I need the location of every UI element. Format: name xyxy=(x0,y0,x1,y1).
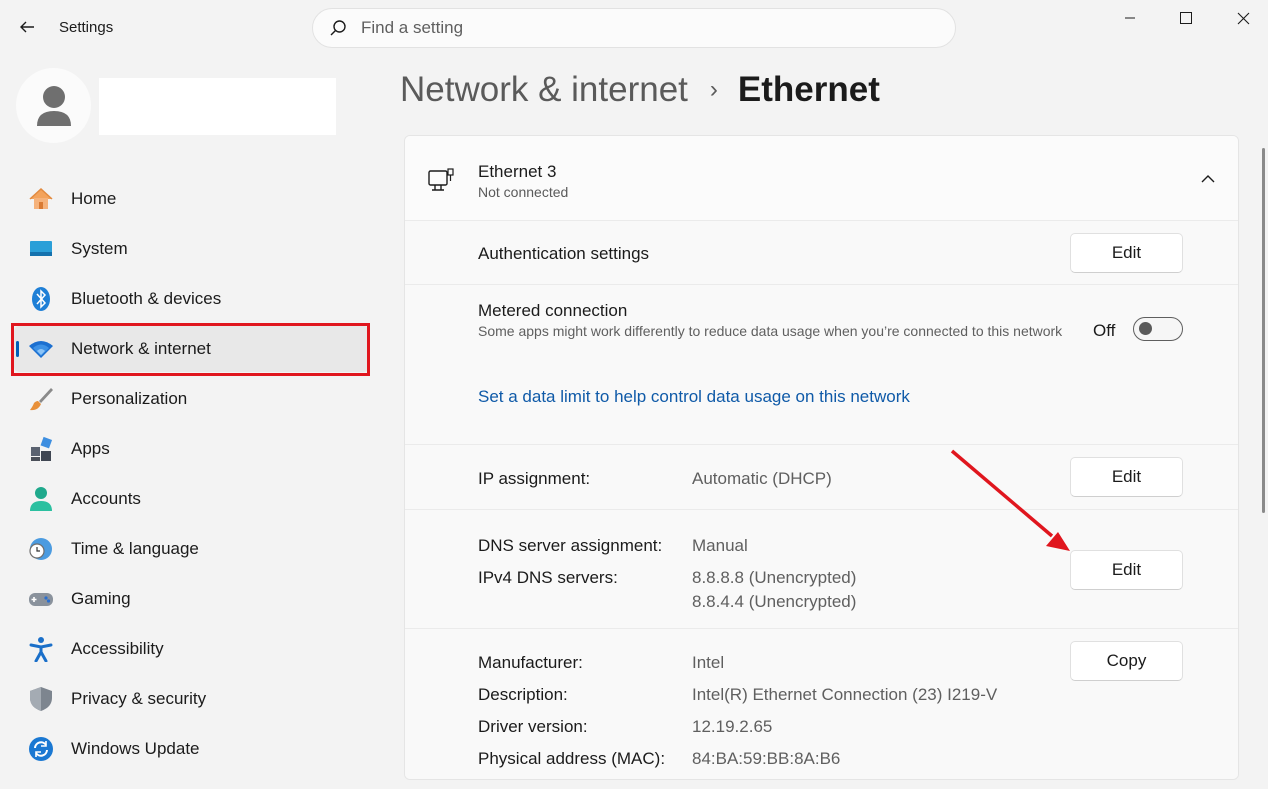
ethernet-panel: Ethernet 3 Not connected Authentication … xyxy=(404,135,1239,780)
update-icon xyxy=(28,736,54,762)
ethernet-name: Ethernet 3 xyxy=(478,162,557,181)
sidebar-item-label: Time & language xyxy=(71,539,199,558)
title-bar: Settings xyxy=(0,0,1268,56)
authentication-label: Authentication settings xyxy=(478,244,650,263)
gamepad-icon xyxy=(28,586,54,612)
metered-connection-description: Some apps might work differently to redu… xyxy=(478,323,1063,339)
sidebar-item-gaming[interactable]: Gaming xyxy=(14,576,369,622)
metered-connection-label: Metered connection xyxy=(478,301,628,320)
system-icon xyxy=(28,236,54,262)
ip-edit-button[interactable]: Edit xyxy=(1070,457,1183,497)
back-arrow-icon xyxy=(20,21,34,33)
manufacturer-value: Intel xyxy=(692,653,725,672)
sidebar-item-label: Home xyxy=(71,189,117,208)
sidebar-item-accounts[interactable]: Accounts xyxy=(14,476,369,522)
chevron-up-icon[interactable] xyxy=(1199,170,1217,188)
sidebar-nav: Home System Bluetooth & devices Network … xyxy=(14,176,369,776)
shield-icon xyxy=(28,686,54,712)
ipv4-dns-label: IPv4 DNS servers: xyxy=(478,568,618,587)
back-button[interactable] xyxy=(14,14,40,40)
bluetooth-icon xyxy=(28,286,54,312)
app-title: Settings xyxy=(59,19,114,36)
sidebar-item-system[interactable]: System xyxy=(14,226,369,272)
avatar[interactable] xyxy=(16,68,91,143)
sidebar-item-accessibility[interactable]: Accessibility xyxy=(14,626,369,672)
accessibility-icon xyxy=(28,636,54,662)
page-title: Ethernet xyxy=(737,70,880,109)
authentication-row: Authentication settings Edit xyxy=(405,221,1238,285)
description-value: Intel(R) Ethernet Connection (23) I219-V xyxy=(692,685,998,704)
search-icon xyxy=(330,20,346,36)
metered-toggle-state: Off xyxy=(1093,321,1116,340)
adapter-properties-row: Manufacturer: Intel Description: Intel(R… xyxy=(405,629,1238,779)
search-box[interactable] xyxy=(312,8,956,48)
close-button[interactable] xyxy=(1220,4,1266,32)
brush-icon xyxy=(28,386,54,412)
accounts-icon xyxy=(28,486,54,512)
breadcrumb-parent[interactable]: Network & internet xyxy=(400,70,688,110)
breadcrumb-separator: › xyxy=(709,76,718,103)
authentication-edit-button[interactable]: Edit xyxy=(1070,233,1183,273)
sidebar-item-label: Network & internet xyxy=(71,339,211,358)
maximize-icon xyxy=(1180,12,1192,24)
close-icon xyxy=(1237,12,1249,24)
ethernet-status: Not connected xyxy=(478,184,569,200)
search-input[interactable] xyxy=(361,18,921,38)
apps-icon xyxy=(28,436,54,462)
sidebar-item-windows-update[interactable]: Windows Update xyxy=(14,726,369,772)
ipv4-dns-server-2: 8.8.4.4 (Unencrypted) xyxy=(692,592,857,611)
maximize-button[interactable] xyxy=(1163,4,1209,32)
minimize-button[interactable] xyxy=(1107,4,1153,32)
wifi-icon xyxy=(28,336,54,362)
ip-assignment-row: IP assignment: Automatic (DHCP) Edit xyxy=(405,445,1238,510)
description-label: Description: xyxy=(478,685,568,704)
sidebar-item-home[interactable]: Home xyxy=(14,176,369,222)
mac-address-value: 84:BA:59:BB:8A:B6 xyxy=(692,749,841,768)
ipv4-dns-server-1: 8.8.8.8 (Unencrypted) xyxy=(692,568,857,587)
sidebar-item-bluetooth[interactable]: Bluetooth & devices xyxy=(14,276,369,322)
user-icon xyxy=(36,85,71,126)
sidebar-item-label: Bluetooth & devices xyxy=(71,289,222,308)
dns-assignment-value: Manual xyxy=(692,536,748,555)
data-limit-link[interactable]: Set a data limit to help control data us… xyxy=(478,387,910,407)
ip-assignment-label: IP assignment: xyxy=(478,469,591,488)
minimize-icon xyxy=(1125,17,1135,19)
sidebar-item-apps[interactable]: Apps xyxy=(14,426,369,472)
manufacturer-label: Manufacturer: xyxy=(478,653,583,672)
metered-connection-row: Metered connection Some apps might work … xyxy=(405,285,1238,445)
breadcrumb: Network & internet › Ethernet xyxy=(400,70,880,110)
driver-version-value: 12.19.2.65 xyxy=(692,717,773,736)
user-name-box xyxy=(99,78,336,135)
scrollbar[interactable] xyxy=(1262,148,1265,513)
dns-edit-button[interactable]: Edit xyxy=(1070,550,1183,590)
sidebar-item-label: System xyxy=(71,239,128,258)
toggle-knob xyxy=(1139,322,1152,335)
sidebar-item-label: Gaming xyxy=(71,589,131,608)
mac-address-label: Physical address (MAC): xyxy=(478,749,666,768)
driver-version-label: Driver version: xyxy=(478,717,588,736)
sidebar-item-label: Apps xyxy=(71,439,110,458)
sidebar-item-label: Personalization xyxy=(71,389,188,408)
ethernet-header[interactable]: Ethernet 3 Not connected xyxy=(405,136,1238,221)
ip-assignment-value: Automatic (DHCP) xyxy=(692,469,832,488)
sidebar-item-network[interactable]: Network & internet xyxy=(14,326,369,372)
sidebar-item-label: Accessibility xyxy=(71,639,164,658)
sidebar-item-label: Windows Update xyxy=(71,739,200,758)
sidebar-item-personalization[interactable]: Personalization xyxy=(14,376,369,422)
sidebar-item-label: Accounts xyxy=(71,489,141,508)
dns-row: DNS server assignment: Manual IPv4 DNS s… xyxy=(405,510,1238,629)
sidebar-item-time-language[interactable]: Time & language xyxy=(14,526,369,572)
clock-globe-icon xyxy=(28,536,54,562)
dns-assignment-label: DNS server assignment: xyxy=(478,536,663,555)
home-icon xyxy=(28,186,54,212)
sidebar-item-privacy[interactable]: Privacy & security xyxy=(14,676,369,722)
copy-button[interactable]: Copy xyxy=(1070,641,1183,681)
sidebar-item-label: Privacy & security xyxy=(71,689,207,708)
ethernet-icon xyxy=(428,168,454,191)
metered-toggle[interactable] xyxy=(1133,317,1183,341)
